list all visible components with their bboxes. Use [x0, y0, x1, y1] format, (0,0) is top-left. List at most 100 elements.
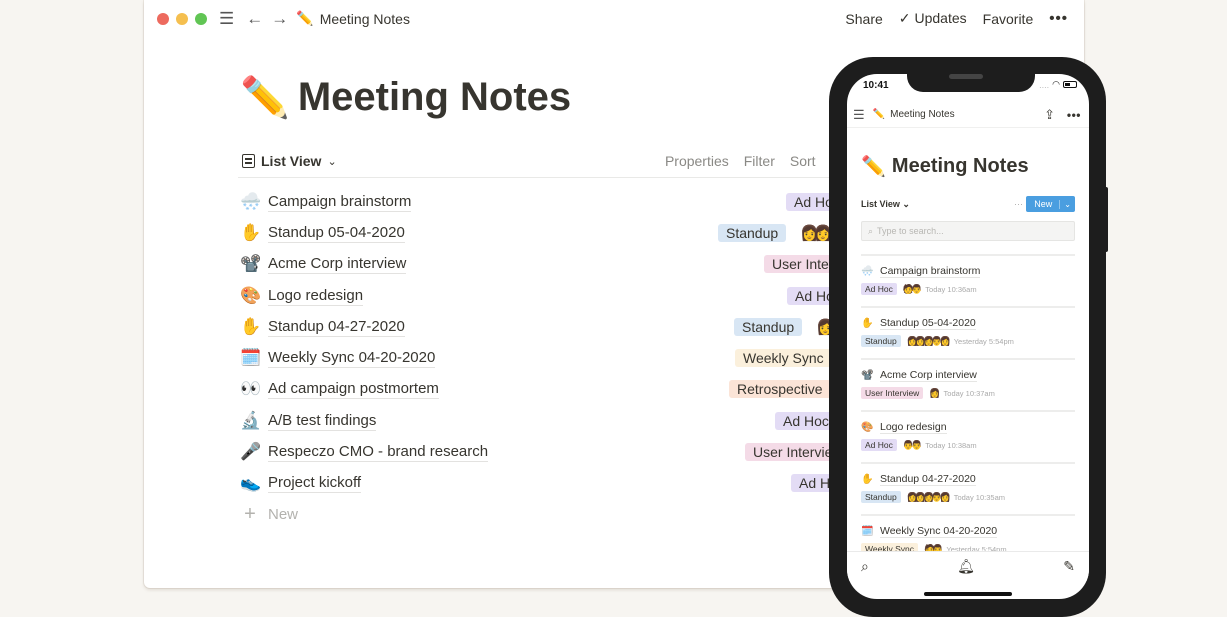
mobile-list-item[interactable]: ✋ Standup 05-04-2020 Standup 👩👩👩👨👩 Yesterday… — [861, 308, 1075, 360]
mobile-view-more-icon[interactable]: ··· — [1014, 199, 1023, 209]
list-view-icon — [242, 154, 255, 168]
battery-icon — [1063, 81, 1077, 88]
mobile-meeting-type-tag: User Interview — [861, 387, 924, 399]
compose-icon[interactable]: ✎ — [1063, 558, 1075, 575]
breadcrumb[interactable]: ✏️ Meeting Notes — [296, 10, 410, 27]
mobile-list-item[interactable]: 🎨 Logo redesign Ad Hoc 👨👨 Today 10:38am — [861, 412, 1075, 464]
mobile-item-meta: Standup 👩👩👩👨👩 Yesterday 5:54pm — [861, 335, 1075, 347]
list-item[interactable]: 👀 Ad campaign postmortem Retrospective — [240, 374, 840, 405]
back-arrow-icon[interactable]: ← — [246, 10, 263, 27]
row-title[interactable]: Logo redesign — [268, 286, 364, 306]
home-indicator — [924, 592, 1012, 596]
mobile-page-title: ✏️ Meeting Notes — [861, 154, 1029, 179]
mobile-item-meta: User Interview 👩 Today 10:37am — [861, 387, 1075, 399]
list-item[interactable]: ✋ Standup 04-27-2020 Standup 👩 — [240, 311, 840, 342]
mobile-item-title: Campaign brainstorm — [880, 265, 981, 278]
mobile-pencil-icon: ✏️ — [872, 109, 886, 120]
mobile-breadcrumb[interactable]: ✏️ Meeting Notes — [873, 109, 955, 120]
mobile-item-emoji-icon: ✋ — [861, 318, 874, 329]
row-title[interactable]: Ad campaign postmortem — [268, 379, 439, 400]
row-title[interactable]: Acme Corp interview — [268, 254, 407, 275]
list-item[interactable]: 🔬 A/B test findings Ad Hoc — [240, 405, 840, 436]
mobile-item-title-row: 🌨️ Campaign brainstorm — [861, 265, 1075, 278]
filter-button[interactable]: Filter — [744, 153, 775, 170]
mobile-view-bar: List View ⌄ ··· New ⌄ — [861, 196, 1075, 212]
properties-button[interactable]: Properties — [665, 153, 729, 170]
mobile-new-dropdown-icon[interactable]: ⌄ — [1059, 199, 1075, 209]
mobile-attendee-avatars: 👩 — [929, 387, 940, 398]
page-pencil-icon[interactable]: ✏️ — [240, 74, 290, 121]
row-title[interactable]: Standup 04-27-2020 — [268, 317, 405, 337]
row-title[interactable]: Weekly Sync 04-20-2020 — [268, 348, 436, 369]
hamburger-menu-icon[interactable]: ☰ — [219, 10, 234, 27]
mobile-attendee-avatars: 🧑👨 — [902, 283, 923, 294]
attendee-avatars: 👩 — [816, 318, 835, 336]
row-emoji-icon: 👀 — [240, 379, 262, 399]
minimize-window-button[interactable] — [176, 12, 188, 25]
mobile-share-icon[interactable]: ⇪ — [1044, 107, 1055, 123]
close-window-button[interactable] — [157, 12, 169, 25]
list-item[interactable]: 🗓️ Weekly Sync 04-20-2020 Weekly Sync — [240, 342, 840, 373]
row-title[interactable]: Campaign brainstorm — [268, 192, 412, 212]
row-title[interactable]: A/B test findings — [268, 411, 377, 431]
forward-arrow-icon[interactable]: → — [271, 10, 288, 27]
list-item[interactable]: 👟 Project kickoff Ad Hoc — [240, 468, 853, 499]
row-title[interactable]: Respeczo CMO - brand research — [268, 442, 489, 463]
mobile-new-label: New — [1034, 199, 1053, 209]
mobile-new-button[interactable]: New ⌄ — [1026, 196, 1075, 212]
updates-button[interactable]: ✓ Updates — [899, 10, 967, 27]
titlebar: ☰ ← → ✏️ Meeting Notes Share ✓ Updates Fa… — [144, 0, 1084, 37]
mobile-list-item[interactable]: 🌨️ Campaign brainstorm Ad Hoc 🧑👨 Today 10:36… — [861, 256, 1075, 308]
mobile-list-item[interactable]: ✋ Standup 04-27-2020 Standup 👩👩👩👨👩 Today 10:… — [861, 464, 1075, 516]
mobile-menu-icon[interactable]: ☰ — [853, 107, 865, 123]
mobile-list-item[interactable]: 📽️ Acme Corp interview User Interview 👩 Toda… — [861, 360, 1075, 412]
mobile-item-title: Logo redesign — [880, 421, 947, 434]
mobile-item-emoji-icon: 📽️ — [861, 370, 874, 381]
mobile-item-meta: Standup 👩👩👩👨👩 Today 10:35am — [861, 491, 1075, 503]
more-options-icon[interactable]: ••• — [1049, 10, 1068, 27]
stage: ☰ ← → ✏️ Meeting Notes Share ✓ Updates Fa… — [0, 0, 1227, 617]
mobile-more-icon[interactable]: ••• — [1067, 108, 1081, 122]
mobile-meeting-type-tag: Standup — [861, 335, 901, 347]
new-item-button[interactable]: + New — [240, 499, 840, 530]
list-item[interactable]: 📽️ Acme Corp interview User Interview — [240, 249, 870, 280]
sort-button[interactable]: Sort — [790, 153, 816, 170]
mobile-search-input[interactable]: ⌕ Type to search... — [861, 221, 1075, 241]
view-switcher[interactable]: List View ⌄ — [242, 153, 337, 169]
checkmark-icon: ✓ — [898, 10, 911, 26]
list-item[interactable]: 🌨️ Campaign brainstorm Ad Hoc — [240, 186, 848, 217]
list-item[interactable]: 🎨 Logo redesign Ad Hoc — [240, 280, 849, 311]
mobile-item-emoji-icon: 🎨 — [861, 422, 874, 433]
updates-label: Updates — [914, 10, 967, 26]
share-button[interactable]: Share — [845, 11, 882, 27]
meeting-type-tag: Ad Hoc — [775, 411, 837, 430]
row-title[interactable]: Project kickoff — [268, 473, 362, 494]
mobile-item-title-row: ✋ Standup 05-04-2020 — [861, 317, 1075, 330]
mobile-chevron-down-icon: ⌄ — [902, 198, 910, 209]
mobile-item-emoji-icon: 🌨️ — [861, 266, 874, 277]
favorite-button[interactable]: Favorite — [983, 11, 1034, 27]
mobile-attendee-avatars: 👨👨 — [902, 439, 923, 450]
row-title[interactable]: Standup 05-04-2020 — [268, 223, 405, 243]
plus-icon: + — [244, 503, 256, 526]
page-title-text[interactable]: Meeting Notes — [298, 75, 571, 120]
status-time: 10:41 — [863, 80, 889, 91]
maximize-window-button[interactable] — [195, 12, 207, 25]
signal-icon: .... — [1039, 79, 1050, 90]
mobile-item-title: Standup 05-04-2020 — [880, 317, 976, 330]
mobile-view-switcher[interactable]: List View ⌄ — [861, 199, 910, 210]
list-item[interactable]: ✋ Standup 05-04-2020 Standup 👩👩 — [240, 217, 840, 248]
view-bar: List View ⌄ Properties Filter Sort 🔍 — [238, 145, 848, 178]
attendee-avatars: 👩👩 — [800, 224, 832, 242]
notifications-bell-icon[interactable]: 🔔︎ — [957, 558, 975, 575]
status-indicators: .... ◠ — [1039, 79, 1077, 90]
row-emoji-icon: 🎤 — [240, 442, 262, 462]
meeting-type-tag: Standup — [718, 223, 787, 242]
mobile-meeting-type-tag: Ad Hoc — [861, 283, 897, 295]
phone-speaker — [949, 74, 983, 79]
mobile-item-meta: Ad Hoc 🧑👨 Today 10:36am — [861, 283, 1075, 295]
phone-screen: 10:41 .... ◠ ☰ ✏️ Meeting Notes ⇪ ••• ✏️… — [847, 74, 1089, 599]
list-item[interactable]: 🎤 Respeczo CMO - brand research User Inter… — [240, 436, 851, 467]
mobile-item-title: Acme Corp interview — [880, 369, 977, 382]
mobile-search-tab-icon[interactable]: ⌕ — [861, 558, 869, 575]
